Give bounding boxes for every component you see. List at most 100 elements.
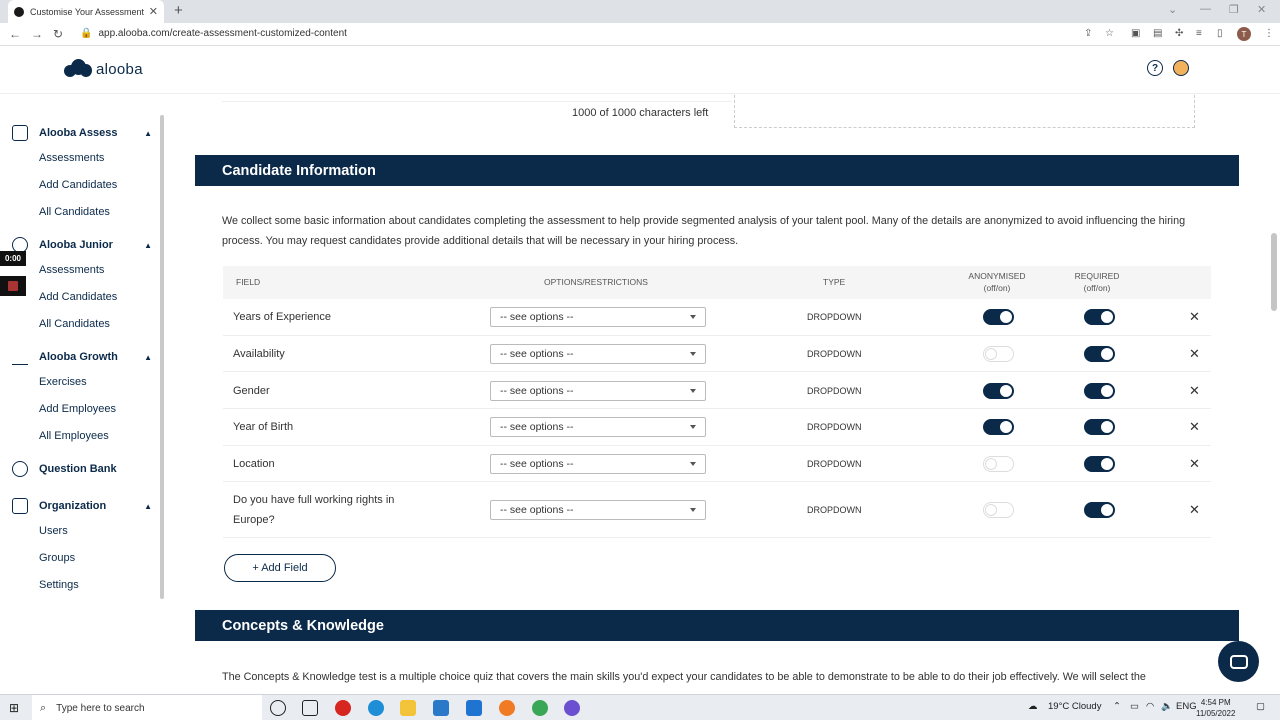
notifications-icon[interactable]: ▢ — [1256, 701, 1265, 712]
sidebar-item-users[interactable]: Users — [39, 525, 68, 537]
options-dropdown[interactable]: -- see options -- — [490, 500, 706, 521]
puzzle-icon[interactable]: ✣ — [1175, 28, 1183, 39]
browser-tab[interactable]: Customise Your Assessment | alo ✕ — [8, 0, 164, 23]
back-icon[interactable]: ← — [9, 27, 21, 41]
required-toggle[interactable] — [1084, 309, 1115, 326]
share-icon[interactable]: ⇪ — [1084, 28, 1092, 39]
anonymised-toggle[interactable] — [983, 456, 1014, 473]
edge-icon[interactable] — [368, 700, 384, 716]
windows-taskbar: ⊞ ⌕ Type here to search ☁ 19°C Cloudy ⌃ … — [0, 694, 1280, 721]
opera-icon[interactable] — [335, 700, 351, 716]
page-scrollbar[interactable] — [1271, 233, 1277, 311]
sidebar-section-question-bank[interactable]: Question Bank — [12, 461, 152, 477]
chevron-up-icon[interactable]: ▲ — [144, 502, 152, 511]
sidebar-item-all-candidates[interactable]: All Candidates — [39, 318, 110, 330]
close-tab-icon[interactable]: ✕ — [149, 5, 158, 18]
sidebar-item-groups[interactable]: Groups — [39, 552, 75, 564]
windows-start-icon[interactable]: ⊞ — [9, 701, 19, 715]
weather-icon[interactable]: ☁ — [1028, 701, 1038, 712]
help-icon[interactable]: ? — [1147, 60, 1163, 76]
remove-field-icon[interactable]: ✕ — [1189, 309, 1200, 325]
sidebar-section-alooba-junior[interactable]: Alooba Junior ▲ — [12, 237, 152, 253]
media-icon[interactable]: ≡ — [1196, 28, 1202, 39]
sidebar-item-exercises[interactable]: Exercises — [39, 376, 87, 388]
chevron-up-icon[interactable]: ▲ — [144, 241, 152, 250]
options-dropdown[interactable]: -- see options -- — [490, 307, 706, 328]
chevron-up-icon[interactable]: ▲ — [144, 353, 152, 362]
remove-field-icon[interactable]: ✕ — [1189, 502, 1200, 518]
anonymised-toggle[interactable] — [983, 382, 1014, 399]
options-dropdown[interactable]: -- see options -- — [490, 454, 706, 475]
chevron-up-icon[interactable]: ▲ — [144, 129, 152, 138]
sidebar-item-add-employees[interactable]: Add Employees — [39, 403, 116, 415]
stop-recording-button[interactable] — [0, 276, 26, 296]
remove-field-icon[interactable]: ✕ — [1189, 456, 1200, 472]
upload-dropzone[interactable] — [734, 95, 1195, 128]
required-toggle[interactable] — [1084, 346, 1115, 363]
sidebar-item-all-candidates[interactable]: All Candidates — [39, 206, 110, 218]
volume-icon[interactable]: 🔈 — [1161, 701, 1173, 712]
store-icon[interactable] — [433, 700, 449, 716]
sidebar-section-alooba-growth[interactable]: Alooba Growth ▲ — [12, 349, 152, 365]
extension-icon[interactable]: ▣ — [1131, 28, 1140, 39]
taskbar-search[interactable]: ⌕ Type here to search — [32, 695, 262, 721]
minimize-icon[interactable]: — — [1200, 3, 1211, 15]
reload-icon[interactable]: ↻ — [53, 27, 63, 41]
forward-icon[interactable]: → — [31, 27, 43, 41]
logo-text: alooba — [96, 60, 143, 78]
weather-text[interactable]: 19°C Cloudy — [1048, 701, 1101, 712]
remove-field-icon[interactable]: ✕ — [1189, 346, 1200, 362]
file-explorer-icon[interactable] — [400, 700, 416, 716]
required-toggle[interactable] — [1084, 382, 1115, 399]
menu-icon[interactable]: ⋮ — [1264, 28, 1274, 39]
chat-button[interactable] — [1218, 641, 1259, 682]
sidebar-section-organization[interactable]: Organization ▲ — [12, 498, 152, 514]
chevron-down-icon[interactable]: ⌄ — [1168, 3, 1177, 16]
address-bar[interactable]: 🔒 app.alooba.com/create-assessment-custom… — [80, 28, 347, 39]
add-field-button[interactable]: + Add Field — [224, 554, 336, 582]
sidebar-item-settings[interactable]: Settings — [39, 579, 79, 591]
anonymised-toggle[interactable] — [983, 419, 1014, 436]
anonymised-toggle[interactable] — [983, 346, 1014, 363]
wifi-icon[interactable]: ◠ — [1146, 701, 1154, 712]
sidebar-item-add-candidates[interactable]: Add Candidates — [39, 179, 117, 191]
required-toggle[interactable] — [1084, 456, 1115, 473]
anonymised-toggle[interactable] — [983, 502, 1014, 519]
profile-avatar[interactable]: T — [1237, 27, 1251, 41]
sidebar-scrollbar[interactable] — [160, 115, 164, 599]
alooba-logo[interactable]: alooba — [64, 59, 143, 79]
remove-field-icon[interactable]: ✕ — [1189, 419, 1200, 435]
recorder-app-icon[interactable] — [564, 700, 580, 716]
network-icon[interactable]: ▭ — [1130, 701, 1139, 712]
chevron-up-icon[interactable]: ⌃ — [1113, 701, 1121, 712]
language-indicator[interactable]: ENG — [1176, 701, 1197, 712]
sidebar-item-all-employees[interactable]: All Employees — [39, 430, 109, 442]
required-toggle[interactable] — [1084, 419, 1115, 436]
mail-icon[interactable] — [466, 700, 482, 716]
firefox-icon[interactable] — [499, 700, 515, 716]
options-dropdown[interactable]: -- see options -- — [490, 417, 706, 438]
side-panel-icon[interactable]: ▯ — [1217, 28, 1223, 39]
chrome-icon[interactable] — [532, 700, 548, 716]
new-tab-icon[interactable]: + — [174, 2, 183, 19]
table-body: Years of Experience -- see options -- DROP… — [223, 299, 1211, 539]
sidebar-item-assessments[interactable]: Assessments — [39, 152, 104, 164]
remove-field-icon[interactable]: ✕ — [1189, 383, 1200, 399]
bookmark-star-icon[interactable]: ☆ — [1105, 28, 1114, 39]
extension-icon[interactable]: ▤ — [1153, 28, 1162, 39]
restore-icon[interactable]: ❐ — [1229, 3, 1239, 16]
anonymised-toggle[interactable] — [983, 309, 1014, 326]
required-label: REQUIRED — [1074, 271, 1120, 281]
task-view-icon[interactable] — [302, 700, 318, 716]
sidebar-item-add-candidates[interactable]: Add Candidates — [39, 291, 117, 303]
dropdown-value: -- see options -- — [500, 348, 574, 361]
close-window-icon[interactable]: ✕ — [1257, 3, 1266, 16]
sidebar-section-alooba-assess[interactable]: Alooba Assess ▲ — [12, 125, 152, 141]
user-avatar-icon[interactable] — [1173, 60, 1189, 76]
options-dropdown[interactable]: -- see options -- — [490, 344, 706, 365]
options-dropdown[interactable]: -- see options -- — [490, 380, 706, 401]
required-toggle[interactable] — [1084, 502, 1115, 519]
taskbar-clock[interactable]: 4:54 PM 11/05/2022 — [1196, 697, 1235, 719]
sidebar-item-assessments[interactable]: Assessments — [39, 264, 104, 276]
cortana-icon[interactable] — [270, 700, 286, 716]
